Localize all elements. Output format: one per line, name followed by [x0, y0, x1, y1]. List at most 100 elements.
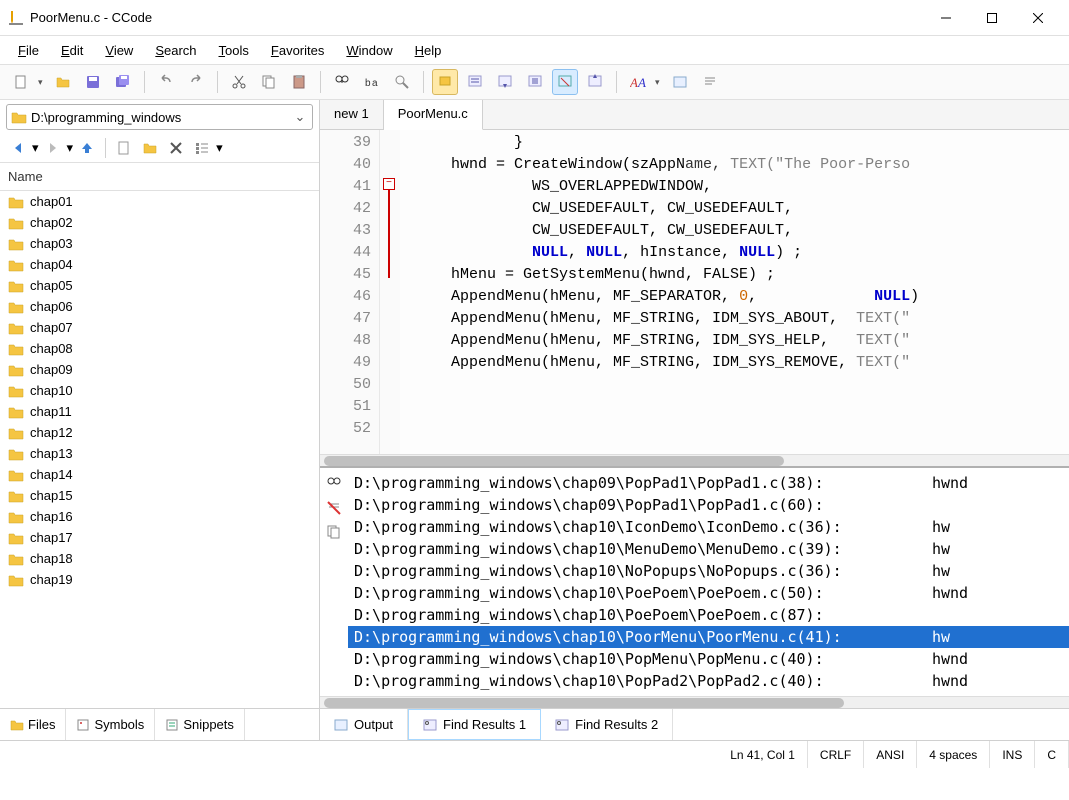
- menu-tools[interactable]: Tools: [209, 39, 259, 62]
- folder-item[interactable]: chap19: [0, 569, 319, 590]
- folder-item[interactable]: chap10: [0, 380, 319, 401]
- find-result-line[interactable]: D:\programming_windows\chap09\PopPad1\Po…: [348, 472, 1069, 494]
- bookmark-list-button[interactable]: [522, 69, 548, 95]
- editor-tab[interactable]: PoorMenu.c: [384, 100, 483, 130]
- folder-item[interactable]: chap12: [0, 422, 319, 443]
- nav-delete-button[interactable]: [164, 136, 188, 160]
- find-hscrollbar[interactable]: [320, 696, 1069, 708]
- side-tab-files[interactable]: Files: [0, 709, 66, 740]
- file-list-header[interactable]: Name: [0, 163, 319, 191]
- folder-item[interactable]: chap04: [0, 254, 319, 275]
- folder-item[interactable]: chap02: [0, 212, 319, 233]
- code-editor[interactable]: 3940414243444546474849505152 − } hwnd = …: [320, 130, 1069, 454]
- folder-item[interactable]: chap08: [0, 338, 319, 359]
- find-copy-icon[interactable]: [324, 522, 344, 542]
- folder-item[interactable]: chap11: [0, 401, 319, 422]
- replace-button[interactable]: ba: [359, 69, 385, 95]
- nav-view-dropdown[interactable]: ▾: [216, 140, 223, 156]
- folder-item[interactable]: chap18: [0, 548, 319, 569]
- save-button[interactable]: [80, 69, 106, 95]
- folder-name: chap07: [30, 320, 73, 335]
- folder-item[interactable]: chap16: [0, 506, 319, 527]
- new-file-button[interactable]: [8, 69, 34, 95]
- menu-window[interactable]: Window: [336, 39, 402, 62]
- close-button[interactable]: [1015, 3, 1061, 33]
- nav-forward-button[interactable]: [41, 136, 65, 160]
- find-result-line[interactable]: D:\programming_windows\chap10\PoorMenu\P…: [348, 626, 1069, 648]
- find-result-line[interactable]: D:\programming_windows\chap10\PoePoem\Po…: [348, 582, 1069, 604]
- whitespace-button[interactable]: [697, 69, 723, 95]
- svg-text:A: A: [630, 75, 638, 90]
- find-again-icon[interactable]: [324, 474, 344, 494]
- open-button[interactable]: [50, 69, 76, 95]
- bookmark-toggle-button[interactable]: [432, 69, 458, 95]
- folder-item[interactable]: chap09: [0, 359, 319, 380]
- copy-button[interactable]: [256, 69, 282, 95]
- maximize-button[interactable]: [969, 3, 1015, 33]
- folder-item[interactable]: chap01: [0, 191, 319, 212]
- folder-item[interactable]: chap05: [0, 275, 319, 296]
- nav-newfile-button[interactable]: [112, 136, 136, 160]
- menubar: FileEditViewSearchToolsFavoritesWindowHe…: [0, 36, 1069, 64]
- cut-button[interactable]: [226, 69, 252, 95]
- nav-back-dropdown[interactable]: ▾: [32, 140, 39, 156]
- undo-button[interactable]: [153, 69, 179, 95]
- menu-edit[interactable]: Edit: [51, 39, 93, 62]
- redo-button[interactable]: [183, 69, 209, 95]
- nav-forward-dropdown[interactable]: ▾: [67, 140, 74, 156]
- find-result-line[interactable]: D:\programming_windows\chap10\PoePoem\Po…: [348, 604, 1069, 626]
- folder-name: chap03: [30, 236, 73, 251]
- folder-item[interactable]: chap13: [0, 443, 319, 464]
- code-content[interactable]: } hwnd = CreateWindow(szAppName, TEXT("T…: [400, 130, 1069, 454]
- paste-button[interactable]: [286, 69, 312, 95]
- find-result-line[interactable]: D:\programming_windows\chap10\NoPopups\N…: [348, 560, 1069, 582]
- side-tab-snippets[interactable]: Snippets: [155, 709, 245, 740]
- search-button[interactable]: [389, 69, 415, 95]
- folder-item[interactable]: chap17: [0, 527, 319, 548]
- font-dropdown[interactable]: ▾: [655, 77, 663, 88]
- save-all-button[interactable]: [110, 69, 136, 95]
- bookmark-next-button[interactable]: [462, 69, 488, 95]
- menu-file[interactable]: File: [8, 39, 49, 62]
- find-stop-icon[interactable]: [324, 498, 344, 518]
- new-dropdown[interactable]: ▾: [38, 77, 46, 88]
- menu-search[interactable]: Search: [145, 39, 206, 62]
- minimize-button[interactable]: [923, 3, 969, 33]
- svg-text:a: a: [372, 78, 378, 89]
- menu-favorites[interactable]: Favorites: [261, 39, 334, 62]
- find-result-line[interactable]: D:\programming_windows\chap10\PopPad2\Po…: [348, 670, 1069, 692]
- menu-help[interactable]: Help: [405, 39, 452, 62]
- fold-column[interactable]: −: [380, 130, 400, 454]
- folder-item[interactable]: chap03: [0, 233, 319, 254]
- nav-view-button[interactable]: [190, 136, 214, 160]
- bookmark-prev2-button[interactable]: [582, 69, 608, 95]
- wordwrap-button[interactable]: [667, 69, 693, 95]
- bookmark-prev-button[interactable]: [492, 69, 518, 95]
- nav-back-button[interactable]: [6, 136, 30, 160]
- nav-newfolder-button[interactable]: [138, 136, 162, 160]
- bottom-tab[interactable]: Find Results 1: [408, 709, 541, 740]
- folder-item[interactable]: chap14: [0, 464, 319, 485]
- bottom-tab[interactable]: Find Results 2: [541, 709, 673, 740]
- side-tab-symbols[interactable]: Symbols: [66, 709, 155, 740]
- bookmark-clear-button[interactable]: [552, 69, 578, 95]
- find-button[interactable]: [329, 69, 355, 95]
- folder-item[interactable]: chap06: [0, 296, 319, 317]
- find-result-line[interactable]: D:\programming_windows\chap10\IconDemo\I…: [348, 516, 1069, 538]
- editor-hscrollbar[interactable]: [320, 454, 1069, 466]
- bottom-tab[interactable]: Output: [320, 709, 408, 740]
- chevron-down-icon[interactable]: ⌄: [292, 109, 308, 125]
- status-position: Ln 41, Col 1: [718, 741, 808, 768]
- folder-item[interactable]: chap07: [0, 317, 319, 338]
- folder-item[interactable]: chap15: [0, 485, 319, 506]
- find-results-list[interactable]: D:\programming_windows\chap09\PopPad1\Po…: [348, 468, 1069, 696]
- find-result-line[interactable]: D:\programming_windows\chap10\MenuDemo\M…: [348, 538, 1069, 560]
- menu-view[interactable]: View: [95, 39, 143, 62]
- find-result-line[interactable]: D:\programming_windows\chap09\PopPad1\Po…: [348, 494, 1069, 516]
- file-list[interactable]: Name chap01chap02chap03chap04chap05chap0…: [0, 163, 319, 708]
- path-combo[interactable]: D:\programming_windows ⌄: [6, 104, 313, 130]
- find-result-line[interactable]: D:\programming_windows\chap10\PopMenu\Po…: [348, 648, 1069, 670]
- editor-tab[interactable]: new 1: [320, 100, 384, 129]
- nav-up-button[interactable]: [75, 136, 99, 160]
- font-button[interactable]: AA: [625, 69, 651, 95]
